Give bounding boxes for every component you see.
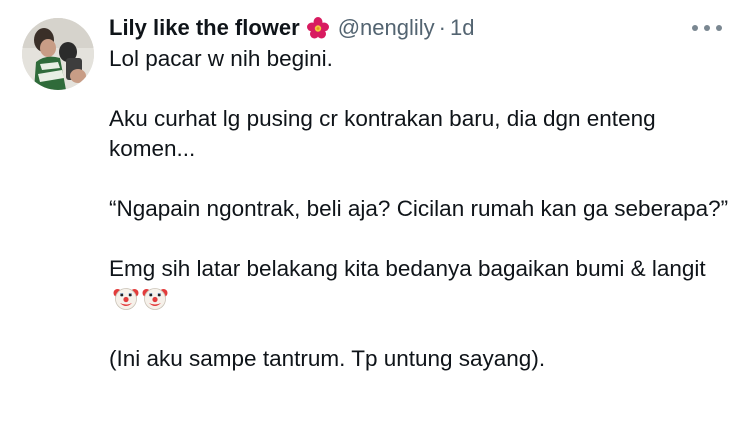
avatar[interactable]: [22, 18, 94, 90]
tweet-paragraph-text: Emg sih latar belakang kita bedanya baga…: [109, 256, 706, 281]
tweet-header: Lily like the flower @nenglily · 1d: [109, 14, 474, 42]
header-separator: ·: [438, 15, 446, 40]
more-dot: [692, 25, 698, 31]
author-handle[interactable]: @nenglily: [338, 14, 435, 42]
tweet-timestamp[interactable]: 1d: [450, 14, 474, 42]
avatar-image: [22, 18, 94, 90]
clown-face-emoji: [113, 285, 139, 311]
flower-emoji: [306, 16, 330, 40]
more-options-icon[interactable]: [692, 22, 722, 34]
more-dot: [716, 25, 722, 31]
clown-face-emoji: [142, 285, 168, 311]
tweet-text: Lol pacar w nih begini. Aku curhat lg pu…: [109, 44, 729, 374]
tweet-card: Lily like the flower @nenglily · 1d Lol: [0, 0, 750, 425]
tweet-paragraph: (Ini aku sampe tantrum. Tp untung sayang…: [109, 346, 546, 371]
display-name[interactable]: Lily like the flower: [109, 14, 300, 42]
tweet-paragraph: Aku curhat lg pusing cr kontrakan baru, …: [109, 106, 656, 161]
more-dot: [704, 25, 710, 31]
tweet-paragraph: “Ngapain ngontrak, beli aja? Cicilan rum…: [109, 196, 729, 221]
tweet-paragraph-with-emoji: Emg sih latar belakang kita bedanya baga…: [109, 254, 729, 314]
tweet-paragraph: Lol pacar w nih begini.: [109, 46, 333, 71]
